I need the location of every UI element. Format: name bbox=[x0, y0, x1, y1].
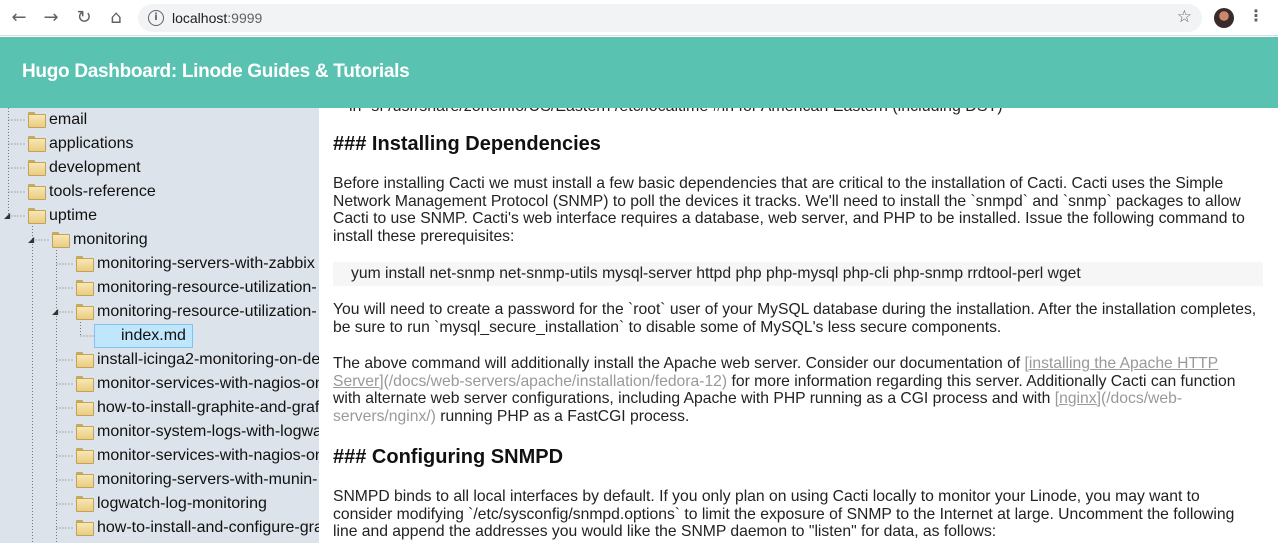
tree-item-label: tools-reference bbox=[49, 183, 156, 200]
tree-item[interactable]: monitoring-servers-with-munin- bbox=[0, 468, 319, 492]
tree-item[interactable]: tools-reference bbox=[0, 180, 319, 204]
file-tree-sidebar: ◢ ◢ ◢ email applications development too… bbox=[0, 108, 319, 543]
tree-item[interactable]: uptime bbox=[0, 204, 319, 228]
code-block: yum install net-snmp net-snmp-utils mysq… bbox=[333, 262, 1263, 286]
home-icon[interactable]: ⌂ bbox=[105, 7, 127, 29]
tree-item-label: monitoring bbox=[73, 231, 148, 248]
folder-icon bbox=[28, 136, 46, 152]
folder-icon bbox=[76, 520, 94, 536]
tree-item[interactable]: monitor-system-logs-with-logwa bbox=[0, 420, 319, 444]
reload-icon[interactable]: ↻ bbox=[73, 7, 95, 29]
tree-item[interactable]: monitoring-servers-with-zabbix bbox=[0, 252, 319, 276]
paragraph-with-links: The above command will additionally inst… bbox=[333, 355, 1263, 425]
tree-item-label: monitoring-servers-with-zabbix bbox=[97, 255, 315, 272]
folder-icon bbox=[76, 304, 94, 320]
info-icon[interactable]: i bbox=[148, 10, 164, 26]
tree-item[interactable]: monitoring-resource-utilization- bbox=[0, 276, 319, 300]
apache-docs-url[interactable]: (/docs/web-servers/apache/installation/f… bbox=[384, 373, 728, 390]
folder-icon bbox=[52, 232, 70, 248]
tree-item-label: monitor-system-logs-with-logwa bbox=[97, 423, 319, 440]
code-text: yum install net-snmp net-snmp-utils mysq… bbox=[351, 265, 1081, 282]
tree-item[interactable]: email bbox=[0, 108, 319, 132]
folder-icon bbox=[28, 184, 46, 200]
folder-icon bbox=[28, 112, 46, 128]
tree-item-label: how-to-install-graphite-and-graf bbox=[97, 399, 319, 416]
tree-item-label: logwatch-log-monitoring bbox=[97, 495, 267, 512]
tree-item[interactable]: monitor-services-with-nagios-on bbox=[0, 372, 319, 396]
more-menu-icon[interactable]: ⋮ bbox=[1248, 6, 1264, 25]
address-bar[interactable]: i localhost:9999 ☆ bbox=[138, 4, 1202, 32]
tree-item-label: monitor-services-with-nagios-on bbox=[97, 447, 319, 464]
paragraph: Before installing Cacti we must install … bbox=[333, 175, 1245, 245]
nginx-docs-link[interactable]: [nginx] bbox=[1055, 390, 1101, 407]
clipped-list-item: ln -sf /usr/share/zoneinfo/US/Eastern /e… bbox=[349, 108, 1003, 116]
folder-icon bbox=[76, 256, 94, 272]
tree-item[interactable]: monitor-services-with-nagios-on bbox=[0, 444, 319, 468]
folder-icon bbox=[76, 352, 94, 368]
paragraph: You will need to create a password for t… bbox=[333, 301, 1257, 336]
bookmark-star-icon[interactable]: ☆ bbox=[1177, 7, 1192, 27]
tree-item-label: monitor-services-with-nagios-on bbox=[97, 375, 319, 392]
folder-icon bbox=[76, 280, 94, 296]
app-header: Hugo Dashboard: Linode Guides & Tutorial… bbox=[0, 37, 1278, 108]
tree-item-label: monitoring-resource-utilization- bbox=[97, 279, 317, 296]
tree-item-label: development bbox=[49, 159, 141, 176]
tree-item[interactable]: applications bbox=[0, 132, 319, 156]
tree-item[interactable]: logwatch-log-monitoring bbox=[0, 492, 319, 516]
browser-toolbar: ← → ↻ ⌂ i localhost:9999 ☆ ⋮ bbox=[0, 0, 1278, 36]
profile-avatar[interactable] bbox=[1214, 8, 1234, 28]
tree-item[interactable]: development bbox=[0, 156, 319, 180]
heading-installing-dependencies: ### Installing Dependencies bbox=[333, 133, 601, 155]
tree-item[interactable]: monitoring-resource-utilization- bbox=[0, 300, 319, 324]
paragraph: SNMPD binds to all local interfaces by d… bbox=[333, 488, 1235, 540]
text-segment: running PHP as a FastCGI process. bbox=[435, 407, 690, 425]
folder-icon bbox=[28, 208, 46, 224]
tree-item-label: index.md bbox=[121, 327, 186, 344]
tree-item-label: email bbox=[49, 111, 88, 128]
folder-icon bbox=[76, 472, 94, 488]
url-text[interactable]: localhost:9999 bbox=[172, 10, 262, 26]
tree-item[interactable]: how-to-install-and-configure-gra bbox=[0, 516, 319, 540]
tree-item-file[interactable]: index.md bbox=[0, 324, 319, 348]
forward-arrow-icon[interactable]: → bbox=[40, 7, 62, 29]
text-segment: The above command will additionally inst… bbox=[333, 355, 1025, 372]
folder-icon bbox=[76, 376, 94, 392]
tree-item-label: uptime bbox=[49, 207, 98, 224]
folder-icon bbox=[28, 160, 46, 176]
heading-configuring-snmpd: ### Configuring SNMPD bbox=[333, 446, 564, 468]
folder-icon bbox=[76, 448, 94, 464]
tree-item[interactable]: install-icinga2-monitoring-on-de bbox=[0, 348, 319, 372]
tree-item-label: monitoring-resource-utilization- bbox=[97, 303, 317, 320]
folder-icon bbox=[76, 424, 94, 440]
tree-item-label: applications bbox=[49, 135, 134, 152]
tree-item[interactable]: how-to-install-graphite-and-graf bbox=[0, 396, 319, 420]
tree-item-label: how-to-install-and-configure-gra bbox=[97, 519, 319, 536]
tree-item-label: monitoring-servers-with-munin- bbox=[97, 471, 318, 488]
app-title: Hugo Dashboard: Linode Guides & Tutorial… bbox=[22, 61, 410, 82]
markdown-preview: ln -sf /usr/share/zoneinfo/US/Eastern /e… bbox=[319, 108, 1278, 543]
tree-item[interactable]: monitoring bbox=[0, 228, 319, 252]
folder-icon bbox=[76, 496, 94, 512]
back-arrow-icon[interactable]: ← bbox=[8, 7, 30, 29]
tree-item-label: install-icinga2-monitoring-on-de bbox=[97, 351, 319, 368]
folder-icon bbox=[76, 400, 94, 416]
